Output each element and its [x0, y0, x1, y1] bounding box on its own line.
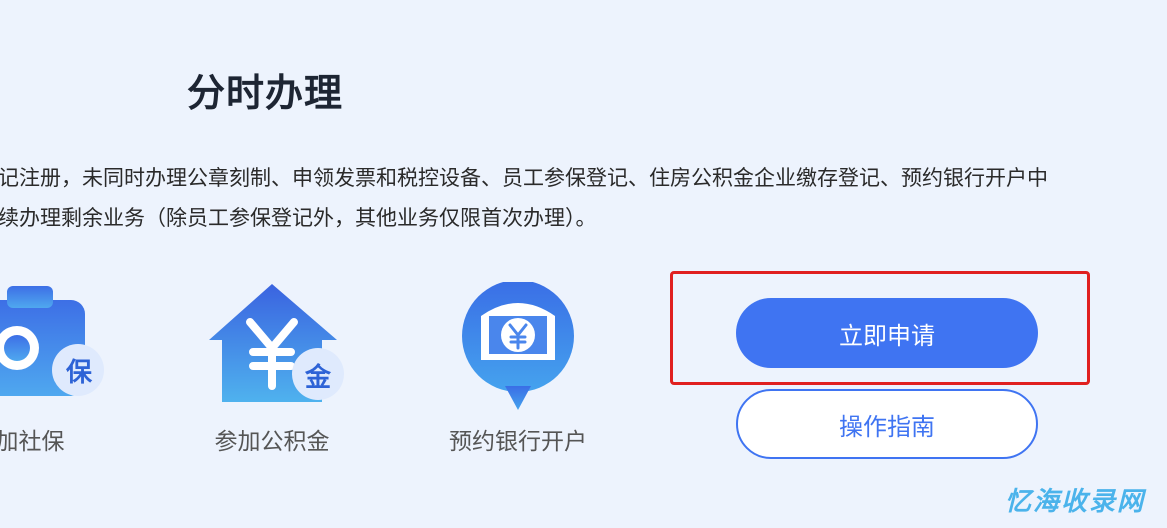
service-housing-fund[interactable]: 金 参加公积金 — [187, 282, 357, 462]
watermark: 忆海收录网 — [1004, 487, 1145, 517]
housing-fund-badge: 金 — [304, 363, 331, 393]
operation-guide-button[interactable]: 操作指南 — [736, 389, 1038, 459]
service-label: 预约银行开户 — [449, 429, 587, 455]
bank-account-icon — [462, 282, 574, 410]
social-insurance-badge: 保 — [65, 358, 92, 388]
service-bank-account[interactable]: 预约银行开户 — [433, 282, 603, 462]
service-social-insurance[interactable]: 保 加社保 — [0, 282, 115, 462]
social-insurance-icon — [0, 286, 104, 396]
section-description: 记注册，未同时办理公章刻制、申领发票和税控设备、员工参保登记、住房公积金企业缴存… — [0, 158, 1110, 238]
service-label: 参加公积金 — [214, 429, 330, 455]
section-title: 分时办理 — [187, 71, 344, 115]
service-label: 加社保 — [0, 429, 65, 455]
description-line-1: 记注册，未同时办理公章刻制、申领发票和税控设备、员工参保登记、住房公积金企业缴存… — [0, 166, 1048, 190]
description-line-2: 续办理剩余业务（除员工参保登记外，其他业务仅限首次办理）。 — [0, 206, 597, 230]
apply-now-button[interactable]: 立即申请 — [736, 298, 1038, 368]
